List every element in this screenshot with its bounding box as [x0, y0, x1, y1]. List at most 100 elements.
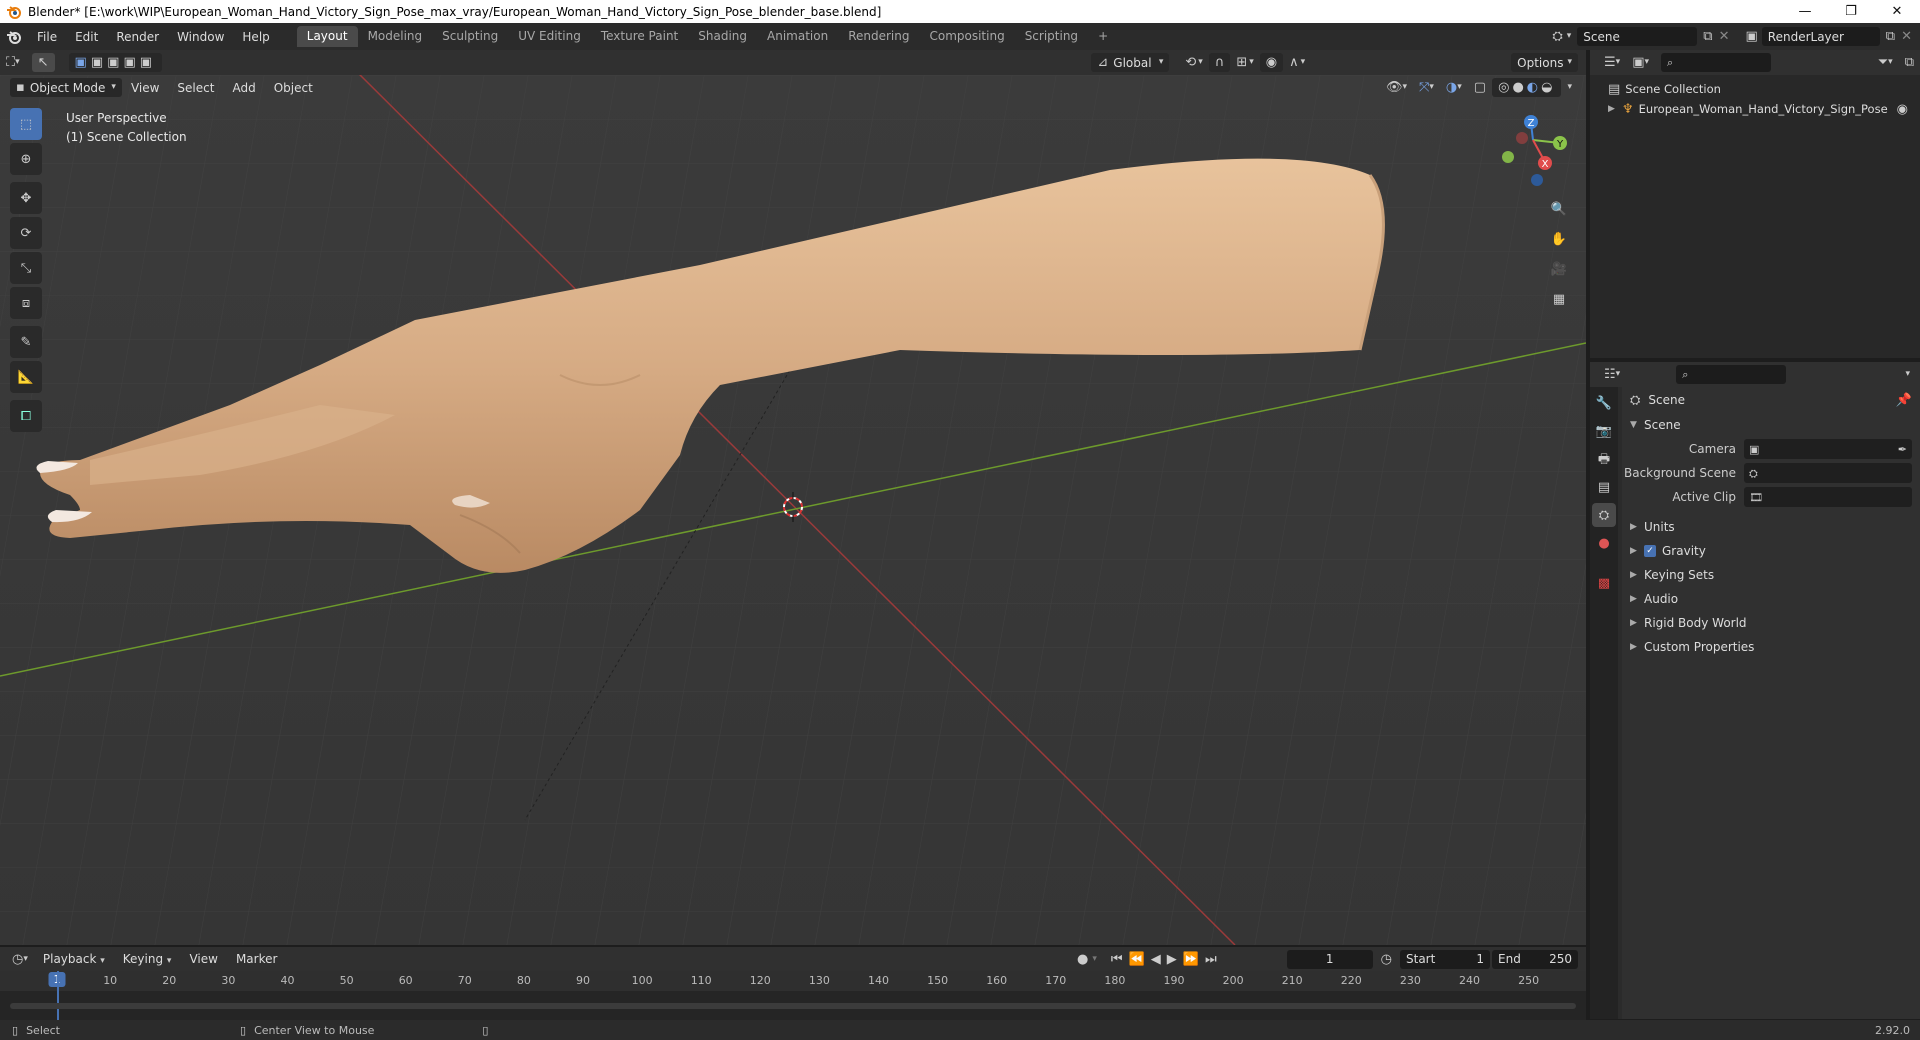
tab-modeling[interactable]: Modeling	[358, 26, 433, 47]
timeline-ruler[interactable]: 1102030405060708090100110120130140150160…	[0, 971, 1586, 991]
editor-type-button[interactable]: ⛶ ▾	[0, 53, 26, 72]
menu-window[interactable]: Window	[168, 30, 233, 44]
blender-menu-icon[interactable]	[0, 29, 28, 45]
tab-uv-editing[interactable]: UV Editing	[508, 26, 591, 47]
viewport-menu-view[interactable]: View	[122, 81, 168, 95]
next-keyframe-icon[interactable]: ⏩	[1183, 953, 1199, 966]
timeline-menu-playback[interactable]: Playback ▾	[34, 952, 114, 966]
measure-tool[interactable]: 📐	[10, 361, 42, 393]
tab-rendering[interactable]: Rendering	[838, 26, 919, 47]
tab-tool[interactable]: 🔧	[1592, 391, 1616, 415]
tab-texture[interactable]: ▩	[1592, 571, 1616, 595]
select-subtract-icon[interactable]: ▣	[107, 56, 123, 69]
menu-file[interactable]: File	[28, 30, 66, 44]
solid-shading-icon[interactable]: ●	[1512, 81, 1526, 94]
eyedropper-icon[interactable]: ✒	[1898, 444, 1907, 455]
timeline-scrollbar[interactable]	[10, 1003, 1576, 1009]
gravity-panel-header[interactable]: ▶ ✓ Gravity	[1622, 539, 1920, 563]
keying-sets-panel-header[interactable]: ▶ Keying Sets	[1622, 563, 1920, 587]
ortho-toggle-button[interactable]: ▦	[1546, 286, 1572, 312]
camera-field[interactable]: ▣ ✒	[1744, 439, 1912, 459]
overlay-toggle[interactable]: ◑ ▾	[1440, 78, 1468, 97]
zoom-button[interactable]: 🔍	[1546, 196, 1572, 222]
annotate-tool[interactable]: ✎	[10, 326, 42, 358]
outliner-editor-type[interactable]: ☰ ▾	[1598, 53, 1626, 72]
pin-icon[interactable]: 📌	[1896, 394, 1912, 407]
scene-selector[interactable]: Scene	[1577, 27, 1698, 46]
delete-scene-icon[interactable]: ✕	[1719, 30, 1730, 43]
gravity-checkbox[interactable]: ✓	[1644, 545, 1656, 557]
close-button[interactable]: ✕	[1874, 0, 1920, 23]
tab-view-layer[interactable]: ▤	[1592, 475, 1616, 499]
timeline-menu-view[interactable]: View	[180, 952, 226, 966]
end-frame-input[interactable]: End 250	[1492, 949, 1578, 969]
shading-options-dropdown[interactable]: ▾	[1561, 78, 1578, 97]
timeline-editor-type[interactable]: ◷ ▾	[6, 950, 34, 969]
wireframe-shading-icon[interactable]: ◎	[1498, 81, 1512, 94]
tab-sculpting[interactable]: Sculpting	[432, 26, 508, 47]
audio-panel-header[interactable]: ▶ Audio	[1622, 587, 1920, 611]
stopwatch-icon[interactable]: ◷	[1381, 953, 1392, 966]
prev-keyframe-icon[interactable]: ⏪	[1129, 953, 1145, 966]
menu-render[interactable]: Render	[107, 30, 168, 44]
outliner-search-input[interactable]: ⌕	[1661, 53, 1772, 72]
select-new-icon[interactable]: ▣	[75, 56, 91, 69]
jump-start-icon[interactable]: ⏮	[1111, 953, 1123, 966]
timeline-menu-keying[interactable]: Keying ▾	[114, 952, 181, 966]
renderlayer-selector[interactable]: RenderLayer	[1761, 27, 1880, 46]
pivot-point-dropdown[interactable]: ⟲ ▾	[1179, 53, 1208, 72]
shading-modes[interactable]: ◎ ● ◐ ◒	[1492, 78, 1562, 97]
3d-viewport[interactable]: Z Y X User Perspective (1) Scene Collect…	[0, 75, 1586, 945]
transform-tool[interactable]: ⧈	[10, 287, 42, 319]
select-extend-icon[interactable]: ▣	[91, 56, 107, 69]
snap-toggle[interactable]: ∩	[1208, 53, 1231, 72]
minimize-button[interactable]: —	[1782, 0, 1828, 23]
active-clip-field[interactable]: 🎞	[1744, 487, 1912, 507]
snap-target-dropdown[interactable]: ⊞ ▾	[1230, 53, 1259, 72]
rigid-body-panel-header[interactable]: ▶ Rigid Body World	[1622, 611, 1920, 635]
select-invert-icon[interactable]: ▣	[123, 56, 139, 69]
eye-icon[interactable]: ◉	[1897, 103, 1908, 116]
scale-tool[interactable]: ⤡	[10, 252, 42, 284]
select-box-tool[interactable]: ⬚	[10, 108, 42, 140]
selection-mode-group[interactable]: ▣ ▣ ▣ ▣ ▣	[68, 53, 163, 72]
tab-texture-paint[interactable]: Texture Paint	[591, 26, 688, 47]
rendered-shading-icon[interactable]: ◒	[1541, 81, 1555, 94]
renderlayer-icon[interactable]: ▣	[1746, 30, 1758, 43]
falloff-dropdown[interactable]: ∧ ▾	[1283, 53, 1311, 72]
timeline-menu-marker[interactable]: Marker	[227, 952, 286, 966]
delete-renderlayer-icon[interactable]: ✕	[1901, 30, 1912, 43]
scene-panel-header[interactable]: ▼ Scene	[1622, 413, 1920, 437]
new-renderlayer-icon[interactable]: ⧉	[1886, 30, 1895, 43]
units-panel-header[interactable]: ▶ Units	[1622, 515, 1920, 539]
transform-orientation-dropdown[interactable]: ⊿ Global ▾	[1091, 53, 1170, 72]
background-scene-field[interactable]: ⛭	[1744, 463, 1912, 483]
timeline-track[interactable]	[0, 971, 1586, 1020]
add-workspace-button[interactable]: +	[1088, 26, 1118, 47]
play-reverse-icon[interactable]: ◀	[1151, 953, 1161, 966]
outliner-row-object[interactable]: ▶ ♆ European_Woman_Hand_Victory_Sign_Pos…	[1608, 99, 1920, 119]
playhead-line[interactable]	[57, 971, 59, 1020]
properties-editor-type[interactable]: ☷ ▾	[1598, 365, 1626, 384]
options-dropdown[interactable]: Options ▾	[1511, 53, 1578, 72]
tab-scripting[interactable]: Scripting	[1015, 26, 1088, 47]
chevron-down-icon[interactable]: ▾	[1567, 32, 1572, 41]
menu-edit[interactable]: Edit	[66, 30, 107, 44]
tab-render[interactable]: 📷	[1592, 419, 1616, 443]
maximize-button[interactable]: ❐	[1828, 0, 1874, 23]
camera-view-button[interactable]: 🎥	[1546, 256, 1572, 282]
mode-dropdown[interactable]: ▪ Object Mode ▾	[10, 78, 122, 97]
viewport-menu-object[interactable]: Object	[265, 81, 322, 95]
tab-compositing[interactable]: Compositing	[919, 26, 1014, 47]
move-tool[interactable]: ✥	[10, 182, 42, 214]
properties-search-input[interactable]: ⌕	[1676, 365, 1787, 384]
current-frame-input[interactable]: 1	[1286, 949, 1373, 969]
outliner-row-scene-collection[interactable]: ▤ Scene Collection	[1608, 79, 1920, 99]
xray-toggle[interactable]: ▢	[1468, 78, 1492, 97]
tab-shading[interactable]: Shading	[688, 26, 757, 47]
add-cube-tool[interactable]: ⧠	[10, 400, 42, 432]
custom-properties-panel-header[interactable]: ▶ Custom Properties	[1622, 635, 1920, 659]
filter-dropdown[interactable]: ⏷ ▾	[1872, 53, 1899, 72]
scene-icon[interactable]: ⛭	[1552, 30, 1562, 43]
new-collection-button[interactable]: ⧉	[1899, 53, 1920, 72]
